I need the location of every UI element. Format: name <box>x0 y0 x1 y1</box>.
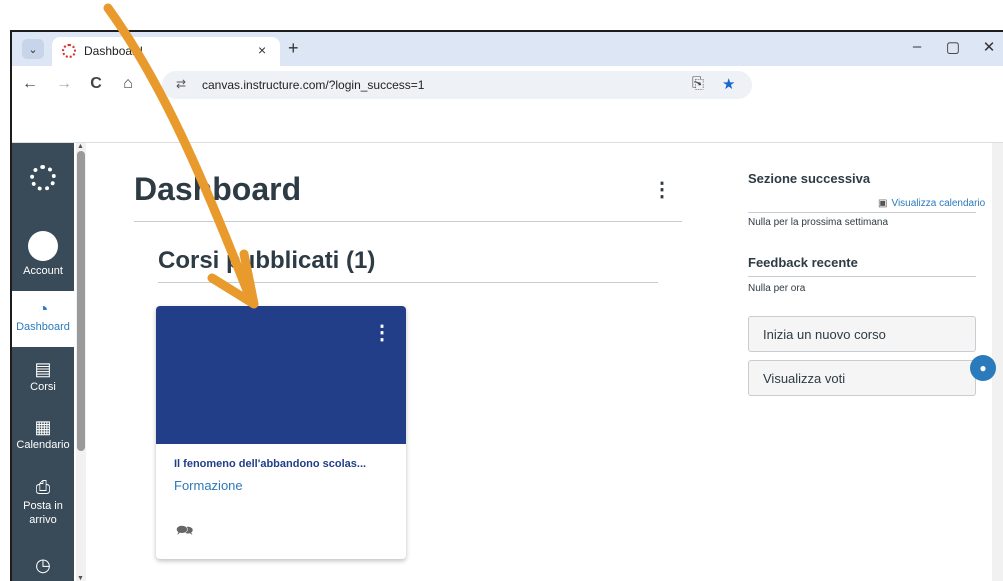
nav-item-account[interactable]: Account <box>12 231 74 277</box>
recent-feedback-heading: Feedback recente <box>748 255 858 270</box>
browser-window: ⌄ Dashboard × + – ▢ ✕ ← → C ⌂ ⇄ canvas.i… <box>10 30 1003 581</box>
view-grades-button[interactable]: Visualizza voti <box>748 360 976 396</box>
reload-icon[interactable]: C <box>86 75 106 93</box>
nav-scroll-thumb[interactable] <box>77 151 85 451</box>
browser-toolbar: ← → C ⌂ ⇄ canvas.instructure.com/?login_… <box>12 66 1003 104</box>
nav-item-courses[interactable]: ▤ Corsi <box>12 359 74 393</box>
courses-icon: ▤ <box>34 359 52 379</box>
tab-search-button[interactable]: ⌄ <box>22 39 44 59</box>
tab-title: Dashboard <box>84 44 143 58</box>
url-text[interactable]: canvas.instructure.com/?login_success=1 <box>202 78 424 92</box>
dashboard-options-button[interactable]: ⋮ <box>652 177 672 202</box>
minimize-button[interactable]: – <box>902 38 932 55</box>
divider <box>158 282 658 283</box>
nav-label-calendar: Calendario <box>16 439 70 451</box>
nav-item-history[interactable]: ◷ <box>12 555 74 577</box>
tab-strip: ⌄ Dashboard × + – ▢ ✕ <box>12 32 1003 66</box>
view-calendar-label[interactable]: Visualizza calendario <box>891 198 985 209</box>
install-app-icon[interactable]: ⎘ <box>692 75 704 92</box>
tab-dashboard[interactable]: Dashboard × <box>52 37 280 66</box>
tab-close-icon[interactable]: × <box>258 42 266 58</box>
course-card-options-button[interactable]: ⋮ <box>372 320 392 345</box>
page-content: Account ◔ Dashboard ▤ Corsi ▦ Calendario… <box>12 142 1003 581</box>
nav-item-calendar[interactable]: ▦ Calendario <box>12 417 74 451</box>
coming-up-heading: Sezione successiva <box>748 171 871 186</box>
recent-feedback-empty-text: Nulla per ora <box>748 283 806 294</box>
new-tab-button[interactable]: + <box>288 38 299 59</box>
global-navigation: Account ◔ Dashboard ▤ Corsi ▦ Calendario… <box>12 143 74 581</box>
divider <box>748 212 976 213</box>
course-card-hero[interactable]: ⋮ <box>156 306 406 444</box>
divider <box>748 276 976 277</box>
maximize-button[interactable]: ▢ <box>938 38 968 56</box>
course-card-title[interactable]: Il fenomeno dell'abbandono scolas... <box>174 458 366 470</box>
dashboard-main: Dashboard ⋮ Corsi pubblicati (1) ⋮ Il fe… <box>86 143 686 581</box>
course-card-subtitle[interactable]: Formazione <box>174 478 243 493</box>
discussions-icon[interactable]: 🗪 <box>176 520 193 544</box>
canvas-favicon-icon <box>62 44 76 58</box>
dashboard-icon: ◔ <box>37 299 49 319</box>
nav-item-dashboard[interactable]: ◔ Dashboard <box>12 291 74 347</box>
nav-label-courses: Corsi <box>30 381 56 393</box>
right-sidebar: Sezione successiva ▣ Visualizza calendari… <box>748 143 988 581</box>
calendar-icon: ▣ <box>878 198 888 209</box>
forward-icon[interactable]: → <box>54 75 74 93</box>
nav-item-inbox[interactable]: ⎙ Posta in arrivo <box>12 477 74 527</box>
start-new-course-button[interactable]: Inizia un nuovo corso <box>748 316 976 352</box>
divider <box>134 221 682 222</box>
history-icon: ◷ <box>35 555 51 575</box>
avatar <box>28 231 58 261</box>
site-info-icon[interactable]: ⇄ <box>176 77 186 91</box>
canvas-logo[interactable] <box>12 165 74 191</box>
nav-scrollbar[interactable]: ▲ ▼ <box>76 143 86 581</box>
course-card[interactable]: ⋮ Il fenomeno dell'abbandono scolas... F… <box>156 306 406 559</box>
view-calendar-link[interactable]: ▣ Visualizza calendario <box>878 198 985 209</box>
home-icon[interactable]: ⌂ <box>118 75 138 93</box>
scroll-up-icon[interactable]: ▲ <box>77 143 84 150</box>
bookmark-star-icon[interactable]: ★ <box>722 75 735 93</box>
back-icon[interactable]: ← <box>20 75 40 93</box>
close-window-button[interactable]: ✕ <box>974 38 1003 56</box>
coming-up-empty-text: Nulla per la prossima settimana <box>748 217 889 228</box>
canvas-logo-icon <box>30 165 56 191</box>
address-bar[interactable]: ⇄ canvas.instructure.com/?login_success=… <box>162 71 752 99</box>
inbox-icon: ⎙ <box>35 477 51 497</box>
nav-label-dashboard: Dashboard <box>16 321 70 333</box>
nav-label-inbox: Posta in arrivo <box>23 500 63 526</box>
calendar-icon: ▦ <box>34 417 52 437</box>
scroll-down-icon[interactable]: ▼ <box>77 575 84 581</box>
screenshot-page: ⌄ Dashboard × + – ▢ ✕ ← → C ⌂ ⇄ canvas.i… <box>0 0 1003 581</box>
help-chat-icon[interactable]: ● <box>970 355 996 381</box>
section-title: Corsi pubblicati (1) <box>158 247 376 274</box>
page-title: Dashboard <box>134 171 302 207</box>
nav-label-account: Account <box>23 265 63 277</box>
